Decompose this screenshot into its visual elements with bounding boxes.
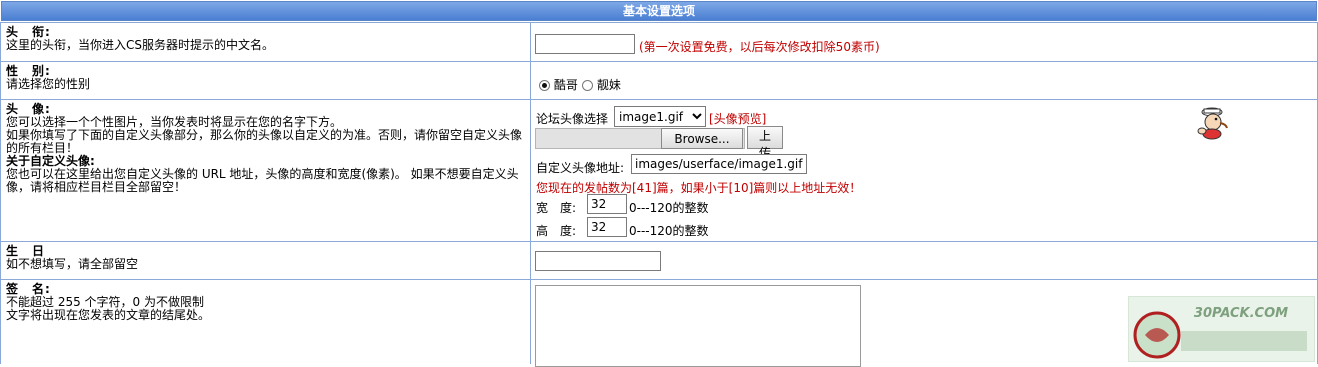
avatar-preview-link[interactable]: [头像预览] <box>709 110 766 127</box>
avatar-desc-2: 如果你填写了下面的自定义头像部分，那么你的头像以自定义的为准。否则，请你留空自定… <box>6 128 523 142</box>
watermark-text: 30PACK.COM <box>1194 306 1288 321</box>
signature-desc-2: 文字将出现在您发表的文章的结尾处。 <box>6 308 211 322</box>
signature-textarea[interactable] <box>535 285 861 367</box>
height-input[interactable] <box>587 217 627 237</box>
width-range-hint: 0---120的整数 <box>629 201 709 215</box>
radio-male[interactable] <box>539 80 550 91</box>
avatar-preview-image <box>1197 107 1228 140</box>
avatar-controls-cell: 论坛头像选择 image1.gif [头像预览] Browse... 上传 自定… <box>531 100 1318 241</box>
site-watermark-logo: 30PACK.COM <box>1128 296 1315 362</box>
custom-url-label: 自定义头像地址: <box>536 161 625 175</box>
row-title: 头 衔: 这里的头衔，当你进入CS服务器时提示的中文名。 (第一次设置免费，以后… <box>0 22 1318 61</box>
avatar-select-label: 论坛头像选择 <box>536 112 609 126</box>
radio-female[interactable] <box>582 80 593 91</box>
settings-panel: 基本设置选项 头 衔: 这里的头衔，当你进入CS服务器时提示的中文名。 (第一次… <box>0 0 1318 367</box>
height-label: 高 度: <box>536 224 577 238</box>
browse-button[interactable]: Browse... <box>661 128 743 149</box>
gender-desc: 请选择您的性别 <box>6 77 91 91</box>
width-label: 宽 度: <box>536 201 577 215</box>
upload-button[interactable]: 上传 <box>747 126 783 160</box>
gender-option-female[interactable]: 靓妹 <box>582 76 621 93</box>
row-avatar: 头 像: 您可以选择一个个性图片，当你发表时将显示在您的名字下方。 如果你填写了… <box>0 99 1318 241</box>
birthday-label-cell: 生 日 如不想填写，请全部留空 <box>0 242 531 279</box>
title-input[interactable] <box>535 34 635 54</box>
height-range-hint: 0---120的整数 <box>629 224 709 238</box>
signature-label-cell: 签 名: 不能超过 255 个字符，0 为不做限制 文字将出现在您发表的文章的结… <box>0 280 531 364</box>
row-gender: 性 别: 请选择您的性别 酷哥 靓妹 <box>0 61 1318 99</box>
title-input-cell: (第一次设置免费，以后每次修改扣除50素币) <box>531 23 1318 61</box>
gender-options-cell: 酷哥 靓妹 <box>531 62 1318 99</box>
custom-url-input[interactable] <box>631 154 807 174</box>
row-signature: 签 名: 不能超过 255 个字符，0 为不做限制 文字将出现在您发表的文章的结… <box>0 279 1318 367</box>
gender-option-male-label: 酷哥 <box>553 78 578 92</box>
gender-label-cell: 性 别: 请选择您的性别 <box>0 62 531 99</box>
row-birthday: 生 日 如不想填写，请全部留空 <box>0 241 1318 279</box>
gender-option-female-label: 靓妹 <box>596 78 621 92</box>
width-input[interactable] <box>587 194 627 214</box>
gender-option-male[interactable]: 酷哥 <box>539 76 578 93</box>
birthday-desc: 如不想填写，请全部留空 <box>6 257 139 271</box>
title-fee-note: (第一次设置免费，以后每次修改扣除50素币) <box>639 40 880 54</box>
post-count-warning: 您现在的发帖数为[41]篇，如果小于[10]篇则以上地址无效！ <box>536 181 862 195</box>
avatar-select[interactable]: image1.gif <box>614 106 706 127</box>
custom-avatar-desc-2: 像，请将相应栏目栏目全部留空！ <box>6 180 187 194</box>
birthday-input-cell <box>531 242 1318 279</box>
section-header: 基本设置选项 <box>1 1 1317 21</box>
title-desc: 这里的头衔，当你进入CS服务器时提示的中文名。 <box>6 38 274 52</box>
watermark-graphic: 30PACK.COM <box>1133 306 1307 359</box>
title-label-cell: 头 衔: 这里的头衔，当你进入CS服务器时提示的中文名。 <box>0 23 531 61</box>
avatar-label-cell: 头 像: 您可以选择一个个性图片，当你发表时将显示在您的名字下方。 如果你填写了… <box>0 100 531 241</box>
birthday-input[interactable] <box>535 251 661 271</box>
